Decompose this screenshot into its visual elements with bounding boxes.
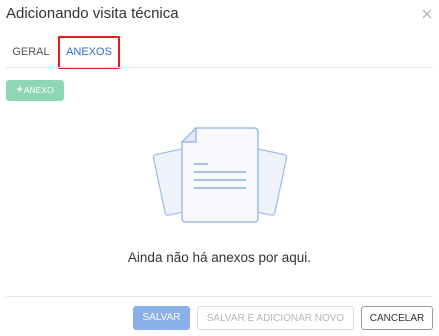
close-button[interactable] [421,7,433,19]
save-button[interactable]: SALVAR [133,306,190,330]
plus-icon: + [16,84,23,96]
cancel-button[interactable]: CANCELAR [361,306,433,330]
empty-state-message: Ainda não há anexos por aqui. [127,250,312,265]
dialog-header: Adicionando visita técnica [0,0,439,30]
save-and-add-new-button[interactable]: SALVAR E ADICIONAR NOVO [197,306,354,330]
close-icon [422,9,432,19]
documents-icon [152,126,288,223]
tab-divider [6,67,433,68]
tab-geral[interactable]: GERAL [6,36,56,67]
tab-bar: GERAL ANEXOS [0,36,439,69]
dialog-title: Adicionando visita técnica [6,5,179,22]
empty-state-illustration [150,122,290,232]
add-attachment-button[interactable]: +ANEXO [6,80,64,101]
add-attachment-label: ANEXO [23,85,54,95]
footer-divider [6,296,433,297]
dialog: Adicionando visita técnica GERAL ANEXOS … [0,0,439,336]
tab-anexos[interactable]: ANEXOS [58,36,120,69]
